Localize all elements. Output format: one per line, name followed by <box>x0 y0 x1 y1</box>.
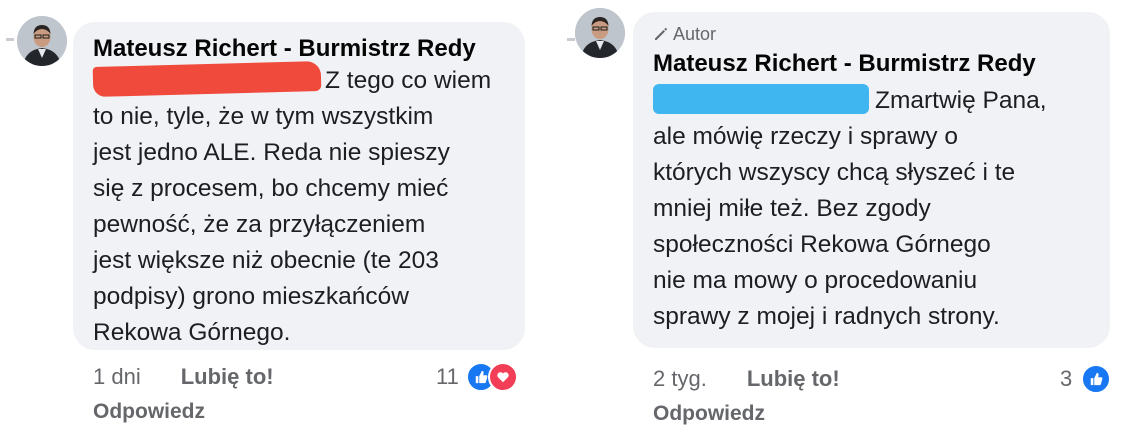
redacted-name <box>92 61 322 97</box>
comment-line: Rekowa Górnego. <box>93 319 291 346</box>
comment-line: jest większe niż obecnie (te 203 <box>93 247 439 274</box>
comment-line: to nie, tyle, że w tym wszystkim <box>93 103 434 130</box>
comment-meta: 1 dni Lubię to! <box>93 364 274 390</box>
comment-2: Autor Mateusz Richert - Burmistrz Redy Z… <box>565 0 1134 446</box>
pencil-icon <box>655 27 668 40</box>
comment-line: nie ma mowy o procedowaniu <box>653 267 978 294</box>
reaction-count[interactable]: 11 <box>436 364 459 390</box>
comment-time[interactable]: 1 dni <box>93 364 141 389</box>
comment-line: Zmartwię Pana, <box>653 83 1047 119</box>
comment-author[interactable]: Mateusz Richert - Burmistrz Redy <box>653 50 1036 78</box>
avatar[interactable] <box>575 8 625 58</box>
comment-line: jest jedno ALE. Reda nie spieszy <box>93 139 450 166</box>
thread-line <box>567 38 575 41</box>
comment-line: społeczności Rekowa Górnego <box>653 231 991 258</box>
comment-line: mniej miłe też. Bez zgody <box>653 195 931 222</box>
like-button[interactable]: Lubię to! <box>181 364 274 389</box>
comment-time[interactable]: 2 tyg. <box>653 366 707 391</box>
redacted-name <box>653 84 869 114</box>
heart-icon <box>488 362 518 392</box>
comment-1: Mateusz Richert - Burmistrz Redy Z tego … <box>0 0 540 446</box>
comment-line: sprawy z mojej i radnych strony. <box>653 303 1000 330</box>
reply-button[interactable]: Odpowiedz <box>93 400 205 424</box>
author-badge: Autor <box>653 24 716 45</box>
avatar[interactable] <box>17 16 67 66</box>
avatar-photo <box>17 16 67 66</box>
comment-author[interactable]: Mateusz Richert - Burmistrz Redy <box>93 35 476 63</box>
comment-body: Zmartwię Pana, ale mówię rzeczy i sprawy… <box>653 83 1047 335</box>
comment-meta: 2 tyg. Lubię to! <box>653 366 840 392</box>
thread-line <box>6 38 14 41</box>
reply-button[interactable]: Odpowiedz <box>653 402 765 426</box>
comment-line: których wszyscy chcą słyszeć i te <box>653 159 1016 186</box>
reactions[interactable] <box>466 362 526 392</box>
like-button[interactable]: Lubię to! <box>747 366 840 391</box>
comment-body: Z tego co wiem to nie, tyle, że w tym ws… <box>92 61 491 351</box>
comment-line: podpisy) grono mieszkańców <box>93 283 409 310</box>
like-icon <box>1081 364 1111 394</box>
comment-line: Z tego co wiem <box>92 61 491 99</box>
reaction-count[interactable]: 3 <box>1060 366 1072 392</box>
reactions[interactable] <box>1081 364 1111 394</box>
comment-line: się z procesem, bo chcemy mieć <box>93 175 449 202</box>
comment-line: pewność, że za przyłączeniem <box>93 211 426 238</box>
comment-line: ale mówię rzeczy i sprawy o <box>653 123 958 150</box>
avatar-photo <box>575 8 625 58</box>
